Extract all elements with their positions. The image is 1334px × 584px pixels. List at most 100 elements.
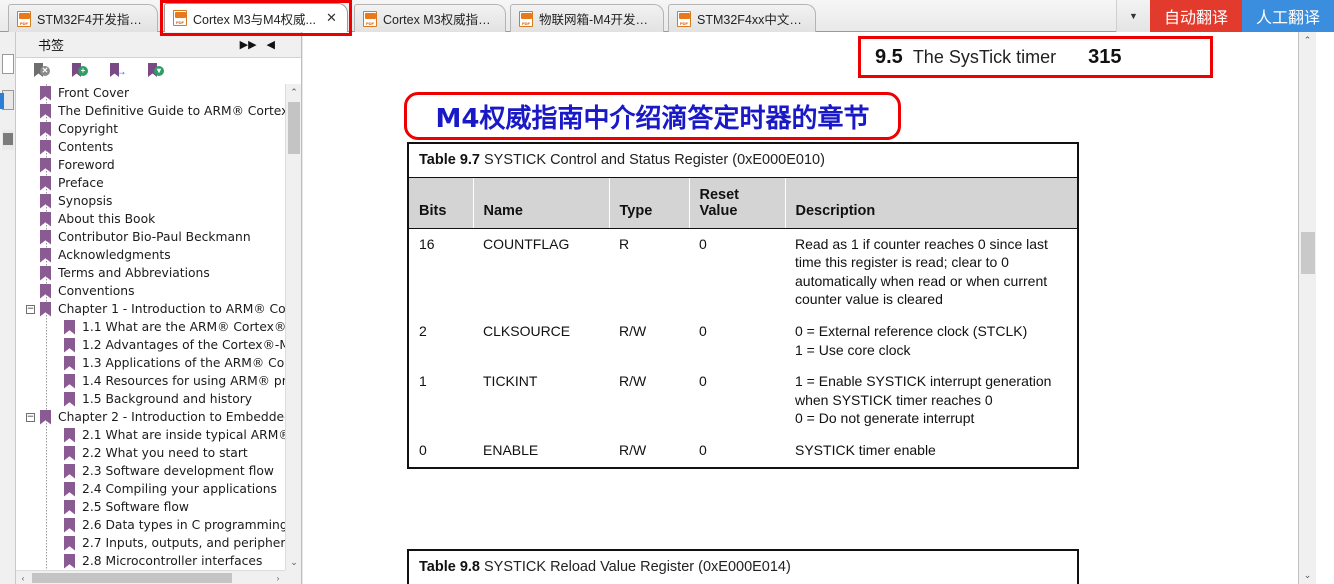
bookmark-row-content: Copyright: [40, 121, 285, 137]
bookmark-row-content: 1.3 Applications of the ARM® Cortex(: [64, 355, 285, 371]
bookmark-item[interactable]: About this Book: [16, 210, 285, 228]
bookmarks-tab-icon[interactable]: [0, 90, 14, 110]
bookmark-item[interactable]: Synopsis: [16, 192, 285, 210]
cell-description: 1 = Enable SYSTICK interrupt generation …: [795, 373, 1052, 427]
bookmark-label: Terms and Abbreviations: [58, 266, 210, 280]
bookmark-label: 1.3 Applications of the ARM® Cortex(: [82, 356, 285, 370]
bookmark-item[interactable]: 1.4 Resources for using ARM® proces: [16, 372, 285, 390]
doc-scrollbar-thumb[interactable]: [1301, 232, 1315, 274]
bookmark-label: 2.4 Compiling your applications: [82, 482, 277, 496]
bookmark-tree[interactable]: Front Cover The Definitive Guide to ARM® …: [16, 84, 285, 570]
tab-bar: STM32F4开发指南-... Cortex M3与M4权威... ✕ Cort…: [0, 0, 1334, 36]
bookmark-flag-icon: [40, 247, 51, 263]
collapse-panel-icon[interactable]: ◀: [267, 39, 275, 51]
reset-label-line2: Value: [699, 202, 738, 219]
document-vertical-scrollbar[interactable]: ⌃ ⌄: [1298, 32, 1316, 584]
bookmark-item[interactable]: 1.2 Advantages of the Cortex®-M pro: [16, 336, 285, 354]
bookmark-item[interactable]: Conventions: [16, 282, 285, 300]
pdf-reader-window: STM32F4开发指南-... Cortex M3与M4权威... ✕ Cort…: [0, 0, 1334, 584]
table-header: Bits Name Type Reset Value Description: [409, 178, 1077, 229]
cell-type: R: [619, 235, 630, 252]
bookmark-flag-icon: [64, 499, 75, 515]
bookmark-flag-icon: [40, 103, 51, 119]
bookmark-item[interactable]: The Definitive Guide to ARM® Cortex®-M: [16, 102, 285, 120]
bookmarks-horizontal-scrollbar[interactable]: ‹ ›: [16, 570, 285, 584]
document-view[interactable]: 9.5 The SysTick timer 315 M4权威指南中介绍滴答定时器…: [303, 32, 1316, 584]
tab-iot-m4-board[interactable]: 物联网箱-M4开发板...: [510, 4, 664, 32]
tab-close-icon[interactable]: ✕: [326, 10, 337, 26]
attachments-tab-icon[interactable]: [2, 130, 14, 150]
cell-bits: 2: [419, 322, 427, 339]
new-bookmark-icon[interactable]: +: [72, 63, 88, 79]
tab-overflow-button[interactable]: ▼: [1115, 0, 1150, 32]
table-row: 0 ENABLE R/W 0 SYSTICK timer enable: [409, 435, 1077, 467]
bookmark-row-content: 2.4 Compiling your applications: [64, 481, 285, 497]
bookmark-item[interactable]: 2.4 Compiling your applications: [16, 480, 285, 498]
scrollbar-thumb[interactable]: [288, 102, 300, 154]
cell-type: R/W: [619, 322, 647, 339]
expand-all-icon[interactable]: ▶▶: [240, 39, 257, 51]
cell-bits: 16: [419, 235, 435, 252]
bookmark-item[interactable]: 2.6 Data types in C programming: [16, 516, 285, 534]
cell-name: CLKSOURCE: [483, 322, 571, 339]
bookmark-item[interactable]: − Chapter 1 - Introduction to ARM® Cortex: [16, 300, 285, 318]
bookmark-item[interactable]: 2.5 Software flow: [16, 498, 285, 516]
bookmark-row-content: 2.8 Microcontroller interfaces: [64, 553, 285, 569]
tree-collapse-icon[interactable]: −: [26, 412, 35, 422]
tree-collapse-icon[interactable]: −: [26, 304, 35, 314]
scroll-right-icon[interactable]: ›: [271, 571, 285, 584]
scrollbar-corner: [285, 570, 301, 584]
tab-cortex-m3-m4-guide[interactable]: Cortex M3与M4权威... ✕: [164, 3, 348, 32]
bookmark-item[interactable]: 2.2 What you need to start: [16, 444, 285, 462]
annotation-callout-box: M4权威指南中介绍滴答定时器的章节: [404, 92, 901, 140]
bookmark-item[interactable]: Copyright: [16, 120, 285, 138]
bookmark-item[interactable]: 1.1 What are the ARM® Cortex®-M p: [16, 318, 285, 336]
bookmark-item[interactable]: 2.1 What are inside typical ARM® micr: [16, 426, 285, 444]
bookmark-flag-icon: [40, 157, 51, 173]
bookmark-item[interactable]: 1.3 Applications of the ARM® Cortex(: [16, 354, 285, 372]
tab-stm32f4-dev-guide[interactable]: STM32F4开发指南-...: [8, 4, 158, 32]
scrollbar-thumb[interactable]: [32, 573, 232, 583]
bookmark-item[interactable]: Terms and Abbreviations: [16, 264, 285, 282]
doc-scroll-up-icon[interactable]: ⌃: [1299, 32, 1316, 49]
header-page-number: 315: [1088, 45, 1122, 68]
cell-reset-value: 0: [699, 322, 707, 339]
bookmark-item[interactable]: Contents: [16, 138, 285, 156]
tab-cortex-m3-guide[interactable]: Cortex M3权威指南...: [354, 4, 506, 32]
cell-reset-value: 0: [699, 441, 707, 458]
bookmark-item[interactable]: Contributor Bio-Paul Beckmann: [16, 228, 285, 246]
page-thumbnails-tab-icon[interactable]: [2, 54, 14, 74]
bookmark-item[interactable]: Acknowledgments: [16, 246, 285, 264]
tab-stm32f4xx-reference[interactable]: STM32F4xx中文参...: [668, 4, 816, 32]
bookmark-item[interactable]: 2.7 Inputs, outputs, and peripherals a: [16, 534, 285, 552]
bookmark-options-icon[interactable]: ▾: [148, 63, 164, 79]
bookmark-label: 1.1 What are the ARM® Cortex®-M p: [82, 320, 285, 334]
register-table: Bits Name Type Reset Value Description 1…: [409, 178, 1077, 467]
options-badge: ▾: [154, 66, 164, 76]
manual-translate-button[interactable]: 人工翻译: [1241, 0, 1334, 32]
bookmark-flag-icon: [64, 553, 75, 569]
bookmark-item[interactable]: Front Cover: [16, 84, 285, 102]
bookmarks-panel: 书签 ▶▶ ◀ ✕ + → ▾ Front Cover The Definiti…: [16, 32, 302, 584]
bookmark-item[interactable]: 2.8 Microcontroller interfaces: [16, 552, 285, 570]
delete-badge: ✕: [40, 66, 50, 76]
bookmarks-vertical-scrollbar[interactable]: ⌃ ⌄: [285, 84, 301, 570]
bookmark-flag-icon: [40, 229, 51, 245]
doc-scroll-down-icon[interactable]: ⌄: [1299, 567, 1316, 584]
bookmark-item[interactable]: 2.3 Software development flow: [16, 462, 285, 480]
delete-bookmark-icon[interactable]: ✕: [34, 63, 50, 79]
bookmark-item[interactable]: Foreword: [16, 156, 285, 174]
bookmark-item[interactable]: − Chapter 2 - Introduction to Embedded So: [16, 408, 285, 426]
bookmark-item[interactable]: 1.5 Background and history: [16, 390, 285, 408]
bookmark-flag-icon: [40, 265, 51, 281]
bookmark-label: Synopsis: [58, 194, 113, 208]
bookmark-label: 1.5 Background and history: [82, 392, 253, 406]
auto-translate-button[interactable]: 自动翻译: [1149, 0, 1242, 32]
goto-bookmark-icon[interactable]: →: [110, 63, 127, 79]
bookmark-label: Front Cover: [58, 86, 130, 100]
bookmark-item[interactable]: Preface: [16, 174, 285, 192]
scroll-up-icon[interactable]: ⌃: [286, 84, 302, 100]
cell-reset-value: 0: [699, 373, 707, 390]
scroll-left-icon[interactable]: ‹: [16, 571, 30, 584]
scroll-down-icon[interactable]: ⌄: [286, 554, 302, 570]
